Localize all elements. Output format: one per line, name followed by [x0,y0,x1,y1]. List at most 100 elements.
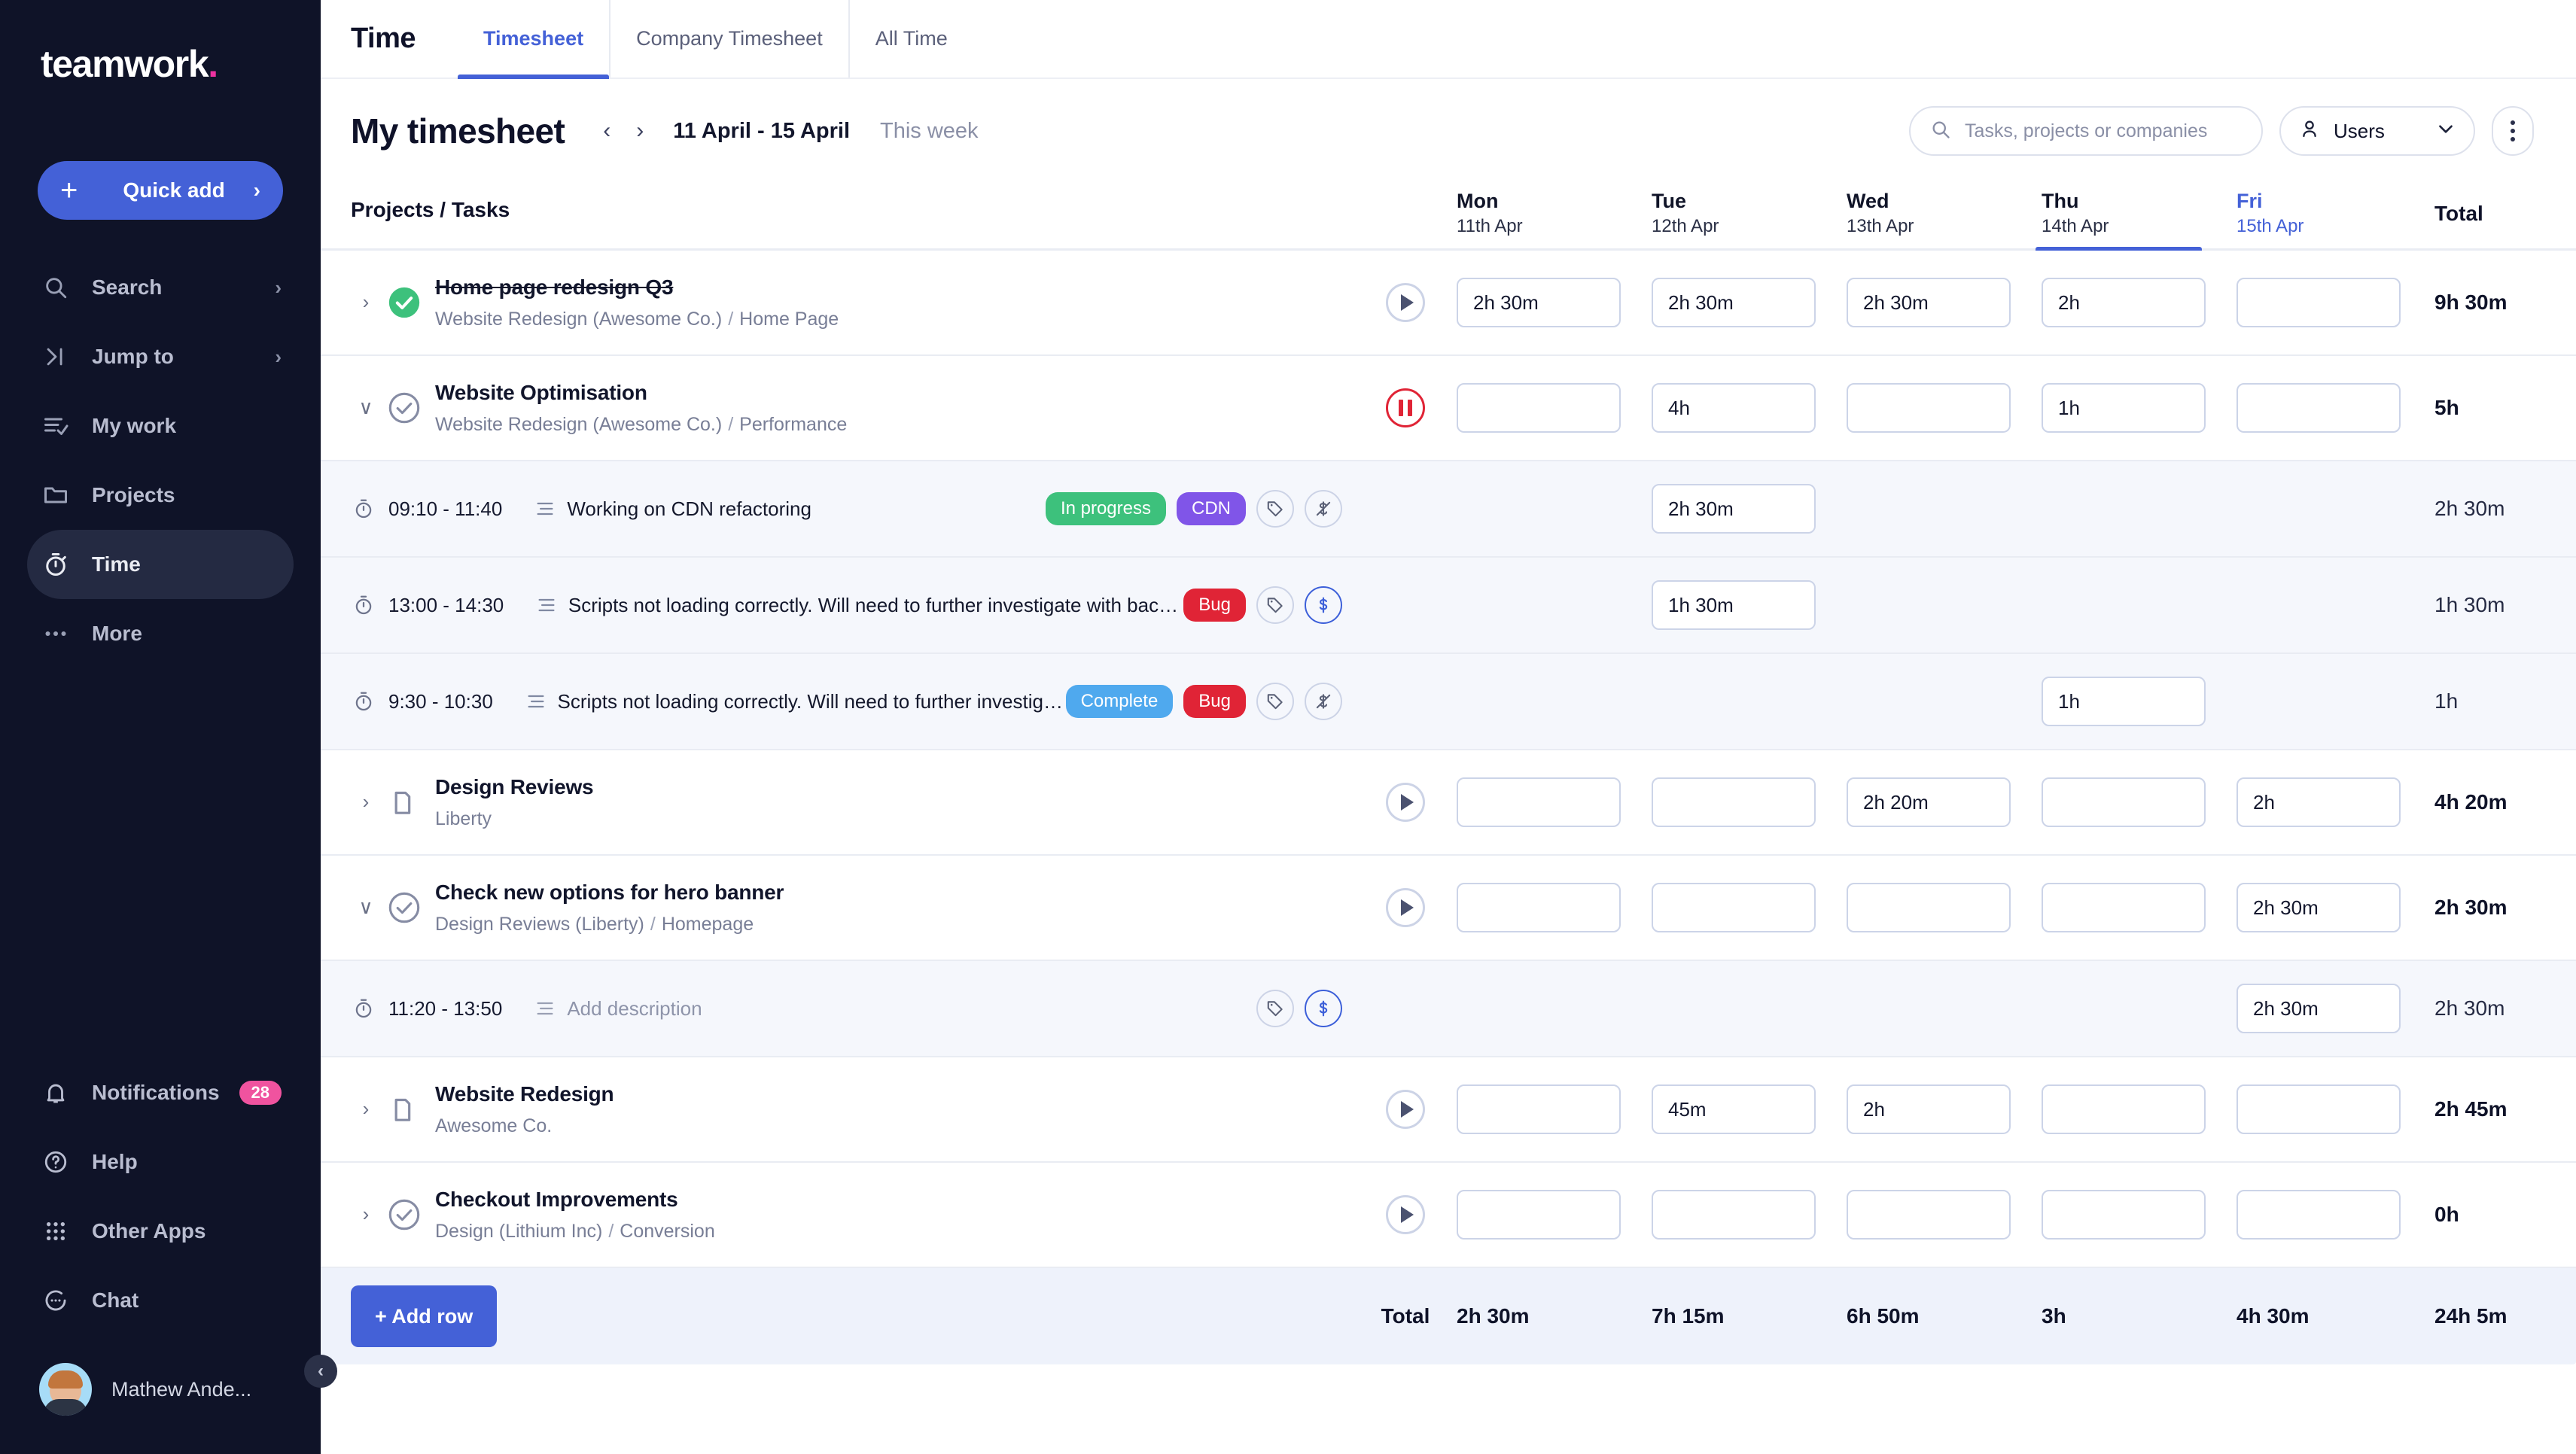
time-input-mon[interactable] [1457,278,1621,327]
time-input-fri[interactable] [2236,984,2401,1033]
time-input-tue[interactable] [1652,1084,1816,1134]
more-options-button[interactable] [2492,106,2534,156]
date-range-label[interactable]: 11 April - 15 April [673,119,850,144]
task-title[interactable]: Design Reviews [435,774,594,801]
collapse-toggle[interactable]: ∨ [351,396,381,419]
tab-company-timesheet[interactable]: Company Timesheet [609,0,848,78]
time-input-mon[interactable] [1457,883,1621,932]
time-input-tue[interactable] [1652,278,1816,327]
time-input-fri[interactable] [2236,383,2401,433]
sidebar-item-my-work[interactable]: My work [27,391,294,461]
billable-icon[interactable] [1305,990,1342,1027]
entry-description[interactable]: Scripts not loading correctly. Will need… [568,594,1183,617]
tag-icon[interactable] [1256,490,1294,528]
time-input-fri[interactable] [2236,278,2401,327]
teamwork-logo[interactable]: teamwork. [41,42,321,86]
time-input-tue[interactable] [1652,383,1816,433]
start-timer-button[interactable] [1386,783,1425,822]
check-circle-filled-icon[interactable] [387,286,422,319]
tab-timesheet[interactable]: Timesheet [458,0,610,79]
time-input-thu[interactable] [2042,883,2206,932]
expand-toggle[interactable]: › [351,290,381,314]
sidebar-item-help[interactable]: Help [27,1127,294,1197]
task-title[interactable]: Website Optimisation [435,379,847,406]
time-input-wed[interactable] [1847,777,2011,827]
billable-icon[interactable] [1305,586,1342,624]
time-input-mon[interactable] [1457,383,1621,433]
tag-pill[interactable]: Bug [1183,685,1246,718]
sidebar-item-search[interactable]: Search › [27,253,294,322]
check-circle-icon[interactable] [387,1198,422,1231]
add-row-button[interactable]: + Add row [351,1285,498,1347]
time-input-wed[interactable] [1847,883,2011,932]
time-input-tue[interactable] [1652,883,1816,932]
non-billable-icon[interactable] [1305,683,1342,720]
folder-icon[interactable] [387,1094,422,1124]
task-title[interactable]: Website Redesign [435,1081,614,1108]
sidebar-item-other-apps[interactable]: Other Apps [27,1197,294,1266]
time-input-thu[interactable] [2042,1190,2206,1240]
time-input-thu[interactable] [2042,1084,2206,1134]
non-billable-icon[interactable] [1305,490,1342,528]
time-input-wed[interactable] [1847,383,2011,433]
time-input-fri[interactable] [2236,1190,2401,1240]
collapse-toggle[interactable]: ∨ [351,896,381,919]
tag-icon[interactable] [1256,586,1294,624]
expand-toggle[interactable]: › [351,1203,381,1226]
tag-pill[interactable]: CDN [1177,492,1246,525]
time-input-tue[interactable] [1652,580,1816,630]
time-input-thu[interactable] [2042,383,2206,433]
tag-icon[interactable] [1256,990,1294,1027]
sidebar-item-notifications[interactable]: Notifications 28 [27,1058,294,1127]
expand-toggle[interactable]: › [351,1097,381,1121]
folder-icon[interactable] [387,787,422,817]
time-input-wed[interactable] [1847,1084,2011,1134]
task-title[interactable]: Check new options for hero banner [435,879,784,906]
search-input[interactable] [1965,120,2242,142]
sidebar-item-projects[interactable]: Projects [27,461,294,530]
time-input-tue[interactable] [1652,484,1816,534]
sidebar-item-jump-to[interactable]: Jump to › [27,322,294,391]
pause-timer-button[interactable] [1386,388,1425,427]
sidebar-collapse-button[interactable]: ‹ [304,1355,337,1388]
users-filter-dropdown[interactable]: Users [2279,106,2475,156]
time-input-mon[interactable] [1457,1190,1621,1240]
tag-pill[interactable]: Bug [1183,589,1246,622]
task-title[interactable]: Home page redesign Q3 [435,274,839,301]
start-timer-button[interactable] [1386,888,1425,927]
time-input-mon[interactable] [1457,1084,1621,1134]
sidebar-item-time[interactable]: Time [27,530,294,599]
this-week-button[interactable]: This week [880,119,979,144]
start-timer-button[interactable] [1386,1195,1425,1234]
time-input-mon[interactable] [1457,777,1621,827]
search-box[interactable] [1909,106,2263,156]
entry-description[interactable]: Add description [567,997,702,1021]
start-timer-button[interactable] [1386,283,1425,322]
time-input-thu[interactable] [2042,677,2206,726]
tag-icon[interactable] [1256,683,1294,720]
tab-all-time[interactable]: All Time [848,0,973,78]
quick-add-button[interactable]: + Quick add › [38,161,283,220]
check-circle-icon[interactable] [387,891,422,924]
time-input-fri[interactable] [2236,1084,2401,1134]
time-input-thu[interactable] [2042,777,2206,827]
check-circle-icon[interactable] [387,391,422,424]
time-input-fri[interactable] [2236,883,2401,932]
time-input-wed[interactable] [1847,1190,2011,1240]
entry-description[interactable]: Working on CDN refactoring [567,497,811,521]
time-input-thu[interactable] [2042,278,2206,327]
time-input-tue[interactable] [1652,1190,1816,1240]
sidebar-user[interactable]: Mathew Ande... [27,1355,294,1424]
sidebar-item-more[interactable]: More [27,599,294,668]
task-title[interactable]: Checkout Improvements [435,1186,715,1213]
expand-toggle[interactable]: › [351,790,381,814]
time-input-wed[interactable] [1847,278,2011,327]
next-week-button[interactable]: › [623,114,656,148]
time-input-tue[interactable] [1652,777,1816,827]
sidebar-item-chat[interactable]: Chat [27,1266,294,1335]
entry-description[interactable]: Scripts not loading correctly. Will need… [558,690,1066,713]
tag-pill[interactable]: Complete [1065,685,1174,718]
tag-pill[interactable]: In progress [1045,492,1166,525]
start-timer-button[interactable] [1386,1090,1425,1129]
time-input-fri[interactable] [2236,777,2401,827]
